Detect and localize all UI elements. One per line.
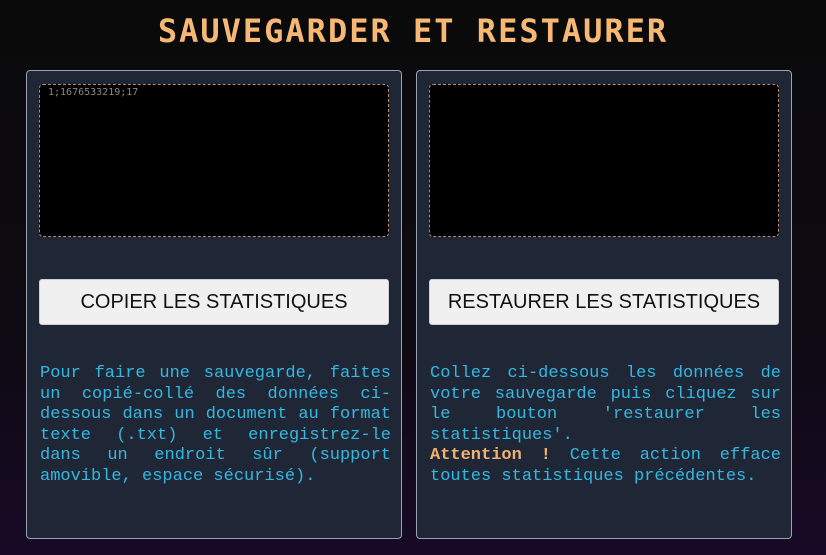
restore-data-textarea[interactable] bbox=[429, 84, 779, 237]
copy-statistics-button[interactable]: COPIER LES STATISTIQUES bbox=[39, 279, 389, 325]
restore-instructions: Collez ci-dessous les données de votre s… bbox=[430, 364, 781, 445]
restore-statistics-button[interactable]: RESTAURER LES STATISTIQUES bbox=[429, 279, 779, 325]
restore-description: Collez ci-dessous les données de votre s… bbox=[430, 364, 781, 487]
backup-panel: 1;1676533219;17 COPIER LES STATISTIQUES … bbox=[26, 70, 402, 539]
restore-panel: RESTAURER LES STATISTIQUES Collez ci-des… bbox=[416, 70, 792, 539]
warning-label: Attention ! bbox=[430, 446, 551, 465]
backup-description: Pour faire une sauvegarde, faites un cop… bbox=[40, 364, 391, 486]
backup-data-textarea[interactable]: 1;1676533219;17 bbox=[39, 84, 389, 237]
page-title: SAUVEGARDER ET RESTAURER bbox=[157, 12, 669, 50]
